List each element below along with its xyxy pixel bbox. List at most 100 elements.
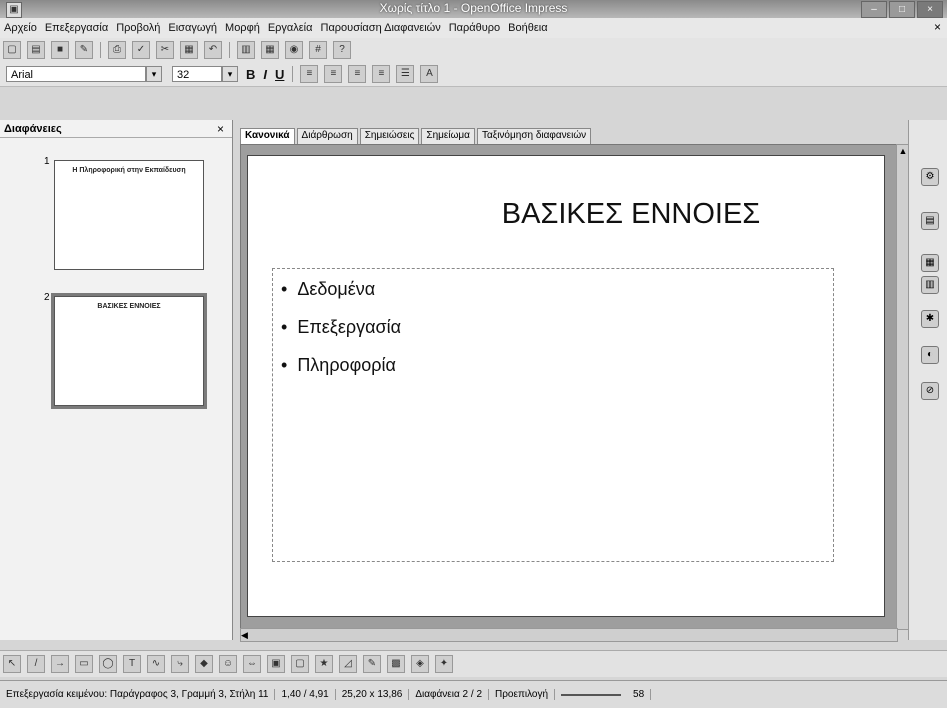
line-icon[interactable]: /: [27, 655, 45, 673]
status-bar: Επεξεργασία κειμένου: Παράγραφος 3, Γραμ…: [0, 680, 947, 708]
help-icon[interactable]: ?: [333, 41, 351, 59]
font-name-dropdown-icon[interactable]: ▾: [146, 66, 162, 82]
status-slide: Διαφάνεια 2 / 2: [409, 689, 490, 700]
bullet-item[interactable]: Επεξεργασία: [281, 317, 401, 338]
status-layout: Προεπιλογή: [489, 689, 556, 700]
zoom-value: 58: [627, 689, 652, 700]
menu-file[interactable]: Αρχείο: [0, 22, 41, 34]
menu-view[interactable]: Προβολή: [112, 22, 164, 34]
table-design-icon[interactable]: ▥: [921, 276, 939, 294]
underline-button[interactable]: U: [275, 67, 284, 82]
bullets-icon[interactable]: ☰: [396, 65, 415, 83]
tab-normal[interactable]: Κανονικά: [240, 128, 295, 144]
menu-help[interactable]: Βοήθεια: [504, 22, 551, 34]
view-tabs: Κανονικά Διάρθρωση Σημειώσεις Σημείωμα Τ…: [240, 128, 593, 144]
effects-icon[interactable]: ✦: [435, 655, 453, 673]
bullet-item[interactable]: Δεδομένα: [281, 279, 375, 300]
animation-icon[interactable]: ✱: [921, 310, 939, 328]
close-document-icon[interactable]: ×: [934, 20, 941, 34]
flowchart-icon[interactable]: ▣: [267, 655, 285, 673]
edit-icon[interactable]: ✎: [75, 41, 93, 59]
slide-number: 1: [44, 156, 50, 167]
slide-thumbnail-title: Η Πληροφορική στην Εκπαίδευση: [72, 167, 186, 174]
status-size: 25,20 x 13,86: [336, 689, 410, 700]
font-size-input[interactable]: 32: [172, 66, 222, 82]
slides-pane: Διαφάνειες × 1 Η Πληροφορική στην Εκπαίδ…: [0, 120, 233, 640]
menu-insert[interactable]: Εισαγωγή: [164, 22, 221, 34]
tab-notes[interactable]: Σημειώσεις: [359, 128, 420, 144]
outline-text-box[interactable]: Δεδομένα Επεξεργασία Πληροφορία: [272, 268, 834, 562]
table-icon[interactable]: ▦: [261, 41, 279, 59]
shapes-icon[interactable]: ◆: [195, 655, 213, 673]
slide-thumbnail-title: ΒΑΣΙΚΕΣ ΕΝΝΟΙΕΣ: [97, 303, 161, 310]
maximize-button[interactable]: □: [889, 1, 915, 18]
slide-thumbnail-2[interactable]: ΒΑΣΙΚΕΣ ΕΝΝΟΙΕΣ: [51, 293, 207, 409]
block-arrows-icon[interactable]: ⇔: [243, 655, 261, 673]
menu-tools[interactable]: Εργαλεία: [264, 22, 317, 34]
spellcheck-icon[interactable]: ✓: [132, 41, 150, 59]
font-name-input[interactable]: Arial: [6, 66, 146, 82]
italic-button[interactable]: I: [263, 67, 267, 82]
menu-edit[interactable]: Επεξεργασία: [41, 22, 112, 34]
slide-title[interactable]: ΒΑΣΙΚΕΣ ΕΝΝΟΙΕΣ: [248, 198, 884, 231]
cut-icon[interactable]: ✂: [156, 41, 174, 59]
navigator-icon[interactable]: ⊘: [921, 382, 939, 400]
grid-icon[interactable]: #: [309, 41, 327, 59]
drawing-toolbar: ↖ / → ▭ ◯ T ∿ ⤷ ◆ ☺ ⇔ ▣ ▢ ★ ◿ ✎ ▩ ◈ ✦: [0, 650, 947, 677]
image-icon[interactable]: ▩: [387, 655, 405, 673]
symbol-shapes-icon[interactable]: ☺: [219, 655, 237, 673]
transition-icon[interactable]: ◐: [921, 346, 939, 364]
menu-bar: Αρχείο Επεξεργασία Προβολή Εισαγωγή Μορφ…: [0, 18, 947, 38]
tab-outline[interactable]: Διάρθρωση: [296, 128, 358, 144]
standard-toolbar: ▢ ▤ ■ ✎ ⎙ ✓ ✂ ▦ ↶ ▥ ▦ ◉ # ?: [0, 38, 947, 63]
tab-slide-sorter[interactable]: Ταξινόμηση διαφανειών: [476, 128, 592, 144]
menu-slideshow[interactable]: Παρουσίαση Διαφανειών: [317, 22, 445, 34]
menu-window[interactable]: Παράθυρο: [445, 22, 504, 34]
separator: [292, 66, 294, 82]
bold-button[interactable]: B: [246, 67, 255, 82]
rectangle-icon[interactable]: ▭: [75, 655, 93, 673]
new-icon[interactable]: ▢: [3, 41, 21, 59]
select-icon[interactable]: ↖: [3, 655, 21, 673]
zoom-slider[interactable]: [561, 693, 622, 696]
bullet-item[interactable]: Πληροφορία: [281, 355, 396, 376]
gallery-icon[interactable]: ◈: [411, 655, 429, 673]
close-icon[interactable]: ×: [217, 120, 224, 138]
properties-icon[interactable]: ⚙: [921, 168, 939, 186]
stars-icon[interactable]: ★: [315, 655, 333, 673]
curve-icon[interactable]: ∿: [147, 655, 165, 673]
undo-icon[interactable]: ↶: [204, 41, 222, 59]
formatting-toolbar: Arial ▾ 32 ▾ B I U ≡ ≡ ≡ ≡ ☰ A: [0, 62, 947, 87]
menu-format[interactable]: Μορφή: [221, 22, 264, 34]
slide-workspace: ΒΑΣΙΚΕΣ ΕΝΝΟΙΕΣ Δεδομένα Επεξεργασία Πλη…: [240, 144, 898, 630]
chart-icon[interactable]: ▥: [237, 41, 255, 59]
horizontal-scrollbar[interactable]: ◀: [240, 628, 898, 642]
close-button[interactable]: ×: [917, 1, 943, 18]
align-right-icon[interactable]: ≡: [348, 65, 367, 83]
callouts-icon[interactable]: ▢: [291, 655, 309, 673]
font-size-dropdown-icon[interactable]: ▾: [222, 66, 238, 82]
print-icon[interactable]: ⎙: [108, 41, 126, 59]
current-slide[interactable]: ΒΑΣΙΚΕΣ ΕΝΝΟΙΕΣ Δεδομένα Επεξεργασία Πλη…: [247, 155, 885, 617]
slide-thumbnail-1[interactable]: Η Πληροφορική στην Εκπαίδευση: [54, 160, 204, 270]
align-left-icon[interactable]: ≡: [300, 65, 319, 83]
slides-pane-header: Διαφάνειες ×: [0, 120, 232, 138]
save-icon[interactable]: ■: [51, 41, 69, 59]
navigator-icon[interactable]: ◉: [285, 41, 303, 59]
connector-icon[interactable]: ⤷: [171, 655, 189, 673]
text-icon[interactable]: T: [123, 655, 141, 673]
justify-icon[interactable]: ≡: [372, 65, 391, 83]
tab-handout[interactable]: Σημείωμα: [421, 128, 475, 144]
font-color-icon[interactable]: A: [420, 65, 439, 83]
arrow-icon[interactable]: →: [51, 655, 69, 673]
align-center-icon[interactable]: ≡: [324, 65, 343, 83]
open-icon[interactable]: ▤: [27, 41, 45, 59]
points-icon[interactable]: ◿: [339, 655, 357, 673]
ellipse-icon[interactable]: ◯: [99, 655, 117, 673]
paste-icon[interactable]: ▦: [180, 41, 198, 59]
minimize-button[interactable]: –: [861, 1, 887, 18]
scroll-left-icon[interactable]: ◀: [241, 630, 248, 640]
master-pages-icon[interactable]: ▤: [921, 212, 939, 230]
fontwork-icon[interactable]: ✎: [363, 655, 381, 673]
layouts-icon[interactable]: ▦: [921, 254, 939, 272]
